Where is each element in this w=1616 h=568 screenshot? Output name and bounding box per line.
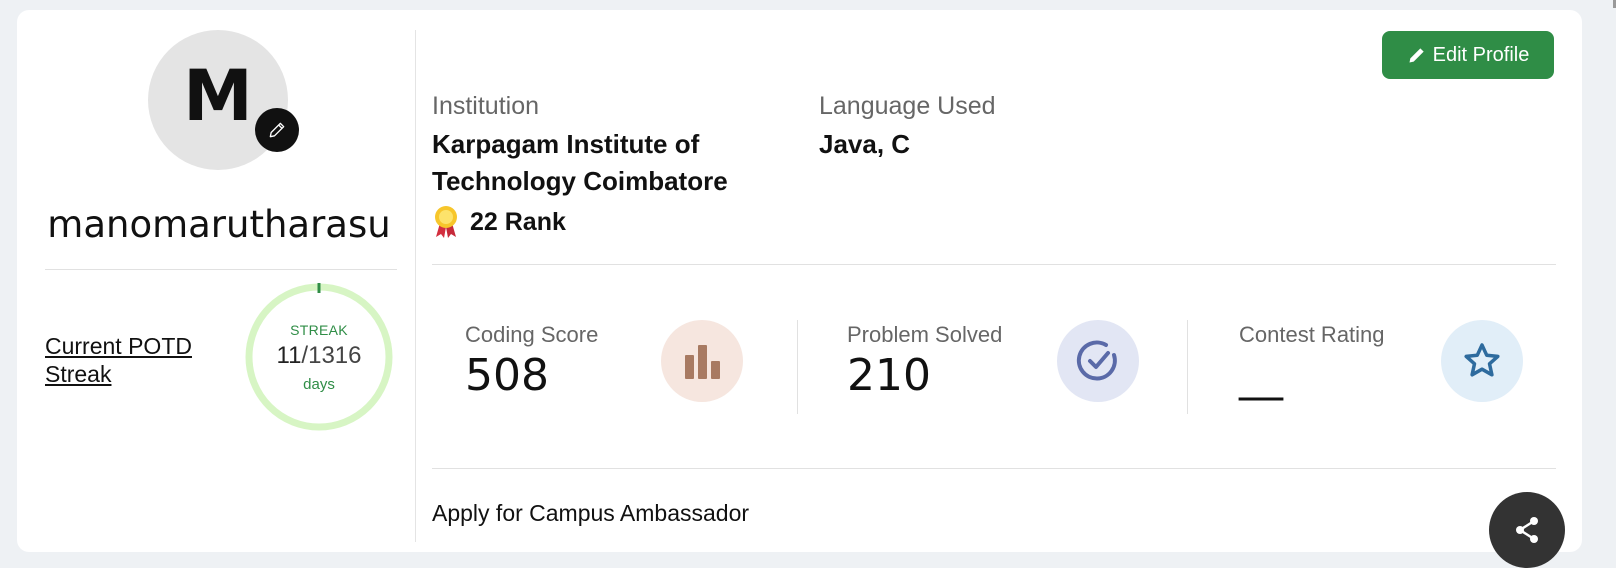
coding-score-value: 508 — [465, 350, 549, 401]
column-divider — [415, 30, 416, 542]
rank-text: 22 Rank — [470, 207, 566, 236]
institution-value: Karpagam Institute of Technology Coimbat… — [432, 129, 728, 196]
problems-solved-label: Problem Solved — [847, 322, 1003, 347]
check-circle-icon — [1076, 340, 1117, 381]
star-icon — [1464, 343, 1500, 377]
divider — [1187, 320, 1188, 414]
institution-label: Institution — [432, 92, 540, 120]
contest-rating-icon-wrap — [1441, 320, 1523, 402]
streak-count: 11/1316 — [277, 342, 362, 370]
bar-chart-icon — [685, 345, 720, 379]
language-label: Language Used — [819, 92, 996, 120]
share-icon — [1516, 517, 1538, 543]
language-value: Java, C — [819, 129, 911, 159]
medal-icon — [435, 206, 457, 238]
avatar-letter: M — [183, 55, 253, 137]
rank-badge: 22 Rank — [432, 205, 566, 239]
problems-solved-icon-wrap — [1057, 320, 1139, 402]
divider — [45, 269, 397, 270]
coding-score-icon-wrap — [661, 320, 743, 402]
streak-total: /1316 — [301, 341, 362, 369]
streak-current: 11 — [276, 341, 302, 369]
streak-label: STREAK — [290, 321, 348, 338]
potd-streak-link[interactable]: Current POTD Streak — [45, 332, 215, 388]
pencil-icon — [269, 122, 285, 138]
divider — [432, 468, 1556, 469]
edit-avatar-button[interactable] — [255, 108, 299, 152]
edit-profile-label: Edit Profile — [1432, 43, 1530, 66]
edit-profile-button[interactable]: Edit Profile — [1382, 31, 1554, 79]
contest-rating-label: Contest Rating — [1239, 322, 1385, 347]
profile-summary: M manomarutharasu Current POTD Streak ST… — [17, 10, 417, 552]
streak-counter: STREAK 11/1316 days — [244, 282, 394, 432]
pencil-icon — [1409, 48, 1424, 63]
username: manomarutharasu — [47, 203, 391, 246]
coding-score-label: Coding Score — [465, 322, 599, 347]
campus-ambassador-link[interactable]: Apply for Campus Ambassador — [432, 500, 749, 527]
divider — [432, 264, 1556, 265]
streak-unit: days — [303, 375, 335, 393]
profile-card: M manomarutharasu Current POTD Streak ST… — [17, 10, 1582, 552]
contest-rating-value: __ — [1239, 350, 1283, 401]
divider — [797, 320, 798, 414]
share-button[interactable] — [1489, 492, 1565, 568]
problems-solved-value: 210 — [847, 350, 931, 401]
